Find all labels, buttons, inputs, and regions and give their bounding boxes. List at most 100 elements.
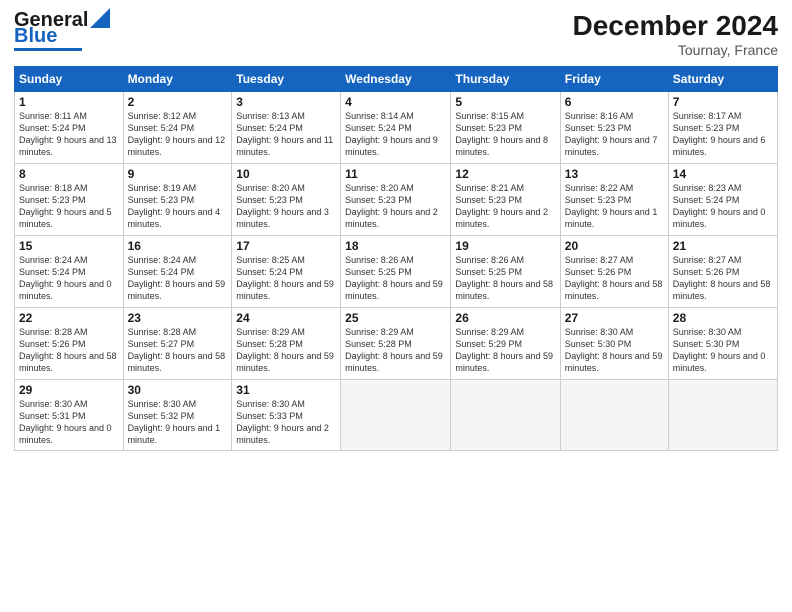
table-row: 16Sunrise: 8:24 AM Sunset: 5:24 PM Dayli… — [123, 236, 232, 308]
table-row: 28Sunrise: 8:30 AM Sunset: 5:30 PM Dayli… — [668, 308, 777, 380]
title-block: December 2024 Tournay, France — [573, 10, 778, 58]
day-info: Sunrise: 8:29 AM Sunset: 5:28 PM Dayligh… — [236, 326, 336, 375]
day-info: Sunrise: 8:27 AM Sunset: 5:26 PM Dayligh… — [565, 254, 664, 303]
day-number: 28 — [673, 311, 773, 325]
day-number: 12 — [455, 167, 555, 181]
day-number: 30 — [128, 383, 228, 397]
day-number: 15 — [19, 239, 119, 253]
day-info: Sunrise: 8:22 AM Sunset: 5:23 PM Dayligh… — [565, 182, 664, 231]
table-row: 29Sunrise: 8:30 AM Sunset: 5:31 PM Dayli… — [15, 380, 124, 451]
day-number: 3 — [236, 95, 336, 109]
col-wednesday: Wednesday — [341, 67, 451, 92]
table-row — [668, 380, 777, 451]
day-info: Sunrise: 8:11 AM Sunset: 5:24 PM Dayligh… — [19, 110, 119, 159]
table-row: 26Sunrise: 8:29 AM Sunset: 5:29 PM Dayli… — [451, 308, 560, 380]
logo-underline — [14, 48, 82, 51]
day-info: Sunrise: 8:24 AM Sunset: 5:24 PM Dayligh… — [128, 254, 228, 303]
col-saturday: Saturday — [668, 67, 777, 92]
day-number: 1 — [19, 95, 119, 109]
table-row: 4Sunrise: 8:14 AM Sunset: 5:24 PM Daylig… — [341, 92, 451, 164]
day-number: 29 — [19, 383, 119, 397]
day-number: 10 — [236, 167, 336, 181]
table-row: 8Sunrise: 8:18 AM Sunset: 5:23 PM Daylig… — [15, 164, 124, 236]
table-row: 21Sunrise: 8:27 AM Sunset: 5:26 PM Dayli… — [668, 236, 777, 308]
table-row: 5Sunrise: 8:15 AM Sunset: 5:23 PM Daylig… — [451, 92, 560, 164]
logo-icon — [90, 8, 110, 28]
day-number: 13 — [565, 167, 664, 181]
day-info: Sunrise: 8:28 AM Sunset: 5:26 PM Dayligh… — [19, 326, 119, 375]
table-row: 24Sunrise: 8:29 AM Sunset: 5:28 PM Dayli… — [232, 308, 341, 380]
table-row: 25Sunrise: 8:29 AM Sunset: 5:28 PM Dayli… — [341, 308, 451, 380]
day-info: Sunrise: 8:24 AM Sunset: 5:24 PM Dayligh… — [19, 254, 119, 303]
day-info: Sunrise: 8:17 AM Sunset: 5:23 PM Dayligh… — [673, 110, 773, 159]
day-number: 11 — [345, 167, 446, 181]
day-info: Sunrise: 8:30 AM Sunset: 5:30 PM Dayligh… — [673, 326, 773, 375]
table-row — [341, 380, 451, 451]
table-row: 2Sunrise: 8:12 AM Sunset: 5:24 PM Daylig… — [123, 92, 232, 164]
day-info: Sunrise: 8:19 AM Sunset: 5:23 PM Dayligh… — [128, 182, 228, 231]
day-info: Sunrise: 8:30 AM Sunset: 5:32 PM Dayligh… — [128, 398, 228, 447]
day-number: 5 — [455, 95, 555, 109]
col-sunday: Sunday — [15, 67, 124, 92]
day-info: Sunrise: 8:26 AM Sunset: 5:25 PM Dayligh… — [455, 254, 555, 303]
table-row: 17Sunrise: 8:25 AM Sunset: 5:24 PM Dayli… — [232, 236, 341, 308]
table-row: 13Sunrise: 8:22 AM Sunset: 5:23 PM Dayli… — [560, 164, 668, 236]
day-number: 25 — [345, 311, 446, 325]
table-row: 9Sunrise: 8:19 AM Sunset: 5:23 PM Daylig… — [123, 164, 232, 236]
day-info: Sunrise: 8:16 AM Sunset: 5:23 PM Dayligh… — [565, 110, 664, 159]
col-friday: Friday — [560, 67, 668, 92]
table-row: 18Sunrise: 8:26 AM Sunset: 5:25 PM Dayli… — [341, 236, 451, 308]
table-row: 30Sunrise: 8:30 AM Sunset: 5:32 PM Dayli… — [123, 380, 232, 451]
table-row: 23Sunrise: 8:28 AM Sunset: 5:27 PM Dayli… — [123, 308, 232, 380]
day-number: 16 — [128, 239, 228, 253]
day-number: 26 — [455, 311, 555, 325]
day-info: Sunrise: 8:30 AM Sunset: 5:31 PM Dayligh… — [19, 398, 119, 447]
table-row: 3Sunrise: 8:13 AM Sunset: 5:24 PM Daylig… — [232, 92, 341, 164]
day-info: Sunrise: 8:21 AM Sunset: 5:23 PM Dayligh… — [455, 182, 555, 231]
day-info: Sunrise: 8:25 AM Sunset: 5:24 PM Dayligh… — [236, 254, 336, 303]
table-row: 20Sunrise: 8:27 AM Sunset: 5:26 PM Dayli… — [560, 236, 668, 308]
day-info: Sunrise: 8:13 AM Sunset: 5:24 PM Dayligh… — [236, 110, 336, 159]
table-row: 11Sunrise: 8:20 AM Sunset: 5:23 PM Dayli… — [341, 164, 451, 236]
day-info: Sunrise: 8:20 AM Sunset: 5:23 PM Dayligh… — [236, 182, 336, 231]
day-number: 2 — [128, 95, 228, 109]
day-info: Sunrise: 8:15 AM Sunset: 5:23 PM Dayligh… — [455, 110, 555, 159]
calendar-header-row: Sunday Monday Tuesday Wednesday Thursday… — [15, 67, 778, 92]
day-number: 27 — [565, 311, 664, 325]
day-info: Sunrise: 8:28 AM Sunset: 5:27 PM Dayligh… — [128, 326, 228, 375]
day-number: 17 — [236, 239, 336, 253]
table-row: 22Sunrise: 8:28 AM Sunset: 5:26 PM Dayli… — [15, 308, 124, 380]
table-row: 7Sunrise: 8:17 AM Sunset: 5:23 PM Daylig… — [668, 92, 777, 164]
table-row: 27Sunrise: 8:30 AM Sunset: 5:30 PM Dayli… — [560, 308, 668, 380]
day-info: Sunrise: 8:14 AM Sunset: 5:24 PM Dayligh… — [345, 110, 446, 159]
header: General Blue December 2024 Tournay, Fran… — [14, 10, 778, 58]
table-row — [560, 380, 668, 451]
col-monday: Monday — [123, 67, 232, 92]
day-number: 7 — [673, 95, 773, 109]
logo: General Blue — [14, 10, 110, 51]
table-row: 15Sunrise: 8:24 AM Sunset: 5:24 PM Dayli… — [15, 236, 124, 308]
day-number: 18 — [345, 239, 446, 253]
day-info: Sunrise: 8:27 AM Sunset: 5:26 PM Dayligh… — [673, 254, 773, 303]
day-number: 22 — [19, 311, 119, 325]
day-number: 8 — [19, 167, 119, 181]
day-number: 14 — [673, 167, 773, 181]
day-number: 21 — [673, 239, 773, 253]
day-number: 23 — [128, 311, 228, 325]
day-info: Sunrise: 8:26 AM Sunset: 5:25 PM Dayligh… — [345, 254, 446, 303]
table-row: 12Sunrise: 8:21 AM Sunset: 5:23 PM Dayli… — [451, 164, 560, 236]
table-row: 10Sunrise: 8:20 AM Sunset: 5:23 PM Dayli… — [232, 164, 341, 236]
col-thursday: Thursday — [451, 67, 560, 92]
calendar-subtitle: Tournay, France — [573, 42, 778, 58]
calendar-title: December 2024 — [573, 10, 778, 42]
day-number: 20 — [565, 239, 664, 253]
col-tuesday: Tuesday — [232, 67, 341, 92]
day-info: Sunrise: 8:29 AM Sunset: 5:29 PM Dayligh… — [455, 326, 555, 375]
day-number: 9 — [128, 167, 228, 181]
day-info: Sunrise: 8:18 AM Sunset: 5:23 PM Dayligh… — [19, 182, 119, 231]
day-info: Sunrise: 8:30 AM Sunset: 5:30 PM Dayligh… — [565, 326, 664, 375]
day-number: 31 — [236, 383, 336, 397]
logo-text2: Blue — [14, 26, 57, 46]
table-row: 31Sunrise: 8:30 AM Sunset: 5:33 PM Dayli… — [232, 380, 341, 451]
table-row: 1Sunrise: 8:11 AM Sunset: 5:24 PM Daylig… — [15, 92, 124, 164]
